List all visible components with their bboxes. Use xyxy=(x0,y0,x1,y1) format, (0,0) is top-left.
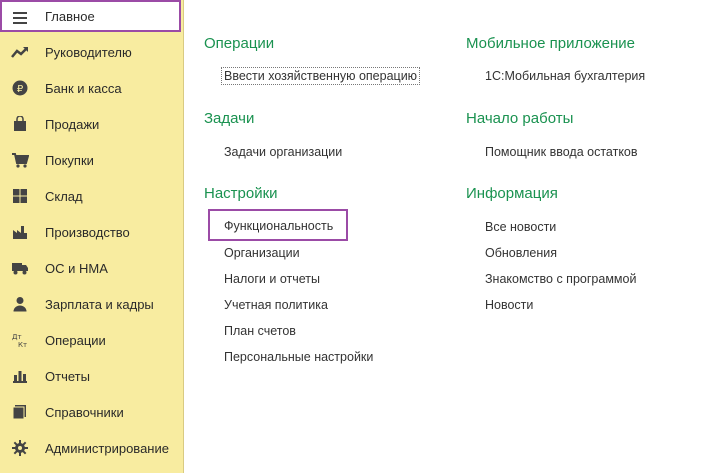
sidebar-item-label: Склад xyxy=(45,188,83,204)
svg-text:Дт: Дт xyxy=(12,333,22,341)
svg-text:Кт: Кт xyxy=(18,341,27,348)
section-title-mobile: Мобильное приложение xyxy=(466,35,635,52)
link-org-tasks[interactable]: Задачи организации xyxy=(224,145,342,159)
section-title-settings: Настройки xyxy=(204,185,278,202)
link-accounting-policy[interactable]: Учетная политика xyxy=(224,298,328,312)
sidebar-item-reports[interactable]: Отчеты xyxy=(0,358,183,394)
section-title-tasks: Задачи xyxy=(204,110,255,127)
link-mobile-accounting[interactable]: 1С:Мобильная бухгалтерия xyxy=(485,69,645,83)
link-personal-settings[interactable]: Персональные настройки xyxy=(224,350,373,364)
sidebar-item-label: Продажи xyxy=(45,116,100,132)
sidebar-item-label: ОС и НМА xyxy=(45,260,108,276)
dt-kt-icon: Дт Кт xyxy=(11,331,29,349)
bar-chart-icon xyxy=(11,367,29,385)
sidebar-item-operations[interactable]: Дт Кт Операции xyxy=(0,322,183,358)
section-title-start: Начало работы xyxy=(466,110,574,127)
sidebar-item-purchases[interactable]: Покупки xyxy=(0,142,183,178)
svg-text:₽: ₽ xyxy=(17,84,24,95)
sidebar-item-warehouse[interactable]: Склад xyxy=(0,178,183,214)
sidebar-item-main[interactable]: Главное xyxy=(0,0,181,32)
link-updates[interactable]: Обновления xyxy=(485,246,557,260)
section-title-operations: Операции xyxy=(204,35,275,52)
sidebar-item-sales[interactable]: Продажи xyxy=(0,106,183,142)
sidebar-item-admin[interactable]: Администрирование xyxy=(0,430,183,466)
sidebar-item-label: Операции xyxy=(45,332,106,348)
sidebar-item-references[interactable]: Справочники xyxy=(0,394,183,430)
sidebar-item-label: Банк и касса xyxy=(45,80,122,96)
sidebar-item-director[interactable]: Руководителю xyxy=(0,34,183,70)
trend-icon xyxy=(11,43,29,61)
link-intro-program[interactable]: Знакомство с программой xyxy=(485,272,636,286)
link-enter-operation[interactable]: Ввести хозяйственную операцию xyxy=(221,67,421,85)
sidebar-item-bank[interactable]: ₽ Банк и касса xyxy=(0,70,183,106)
truck-icon xyxy=(11,259,29,277)
sidebar-item-label: Руководителю xyxy=(45,44,132,60)
warehouse-icon xyxy=(11,187,29,205)
link-all-news[interactable]: Все новости xyxy=(485,220,556,234)
link-news[interactable]: Новости xyxy=(485,298,533,312)
sidebar-item-label: Покупки xyxy=(45,152,94,168)
bag-icon xyxy=(11,115,29,133)
sidebar-item-production[interactable]: Производство xyxy=(0,214,183,250)
sidebar-item-label: Отчеты xyxy=(45,368,90,384)
link-organizations[interactable]: Организации xyxy=(224,246,300,260)
sidebar-item-label: Производство xyxy=(45,224,130,240)
books-icon xyxy=(11,403,29,421)
sidebar-item-label: Справочники xyxy=(45,404,124,420)
link-balance-wizard[interactable]: Помощник ввода остатков xyxy=(485,145,638,159)
section-title-info: Информация xyxy=(466,185,558,202)
person-icon xyxy=(11,295,29,313)
section-panel: Главное Руководителю ₽ Банк и касса Прод… xyxy=(0,0,184,473)
sidebar-item-label: Зарплата и кадры xyxy=(45,296,154,312)
sidebar-item-salary[interactable]: Зарплата и кадры xyxy=(0,286,183,322)
ruble-icon: ₽ xyxy=(11,79,29,97)
factory-icon xyxy=(11,223,29,241)
cart-icon xyxy=(11,151,29,169)
sidebar-item-label: Администрирование xyxy=(45,440,169,456)
link-chart-of-accounts[interactable]: План счетов xyxy=(224,324,296,338)
gear-icon xyxy=(11,439,29,457)
sidebar-item-label: Главное xyxy=(45,8,95,24)
menu-icon xyxy=(11,9,29,27)
link-taxes-reports[interactable]: Налоги и отчеты xyxy=(224,272,320,286)
link-functionality[interactable]: Функциональность xyxy=(224,219,333,233)
sidebar-item-assets[interactable]: ОС и НМА xyxy=(0,250,183,286)
